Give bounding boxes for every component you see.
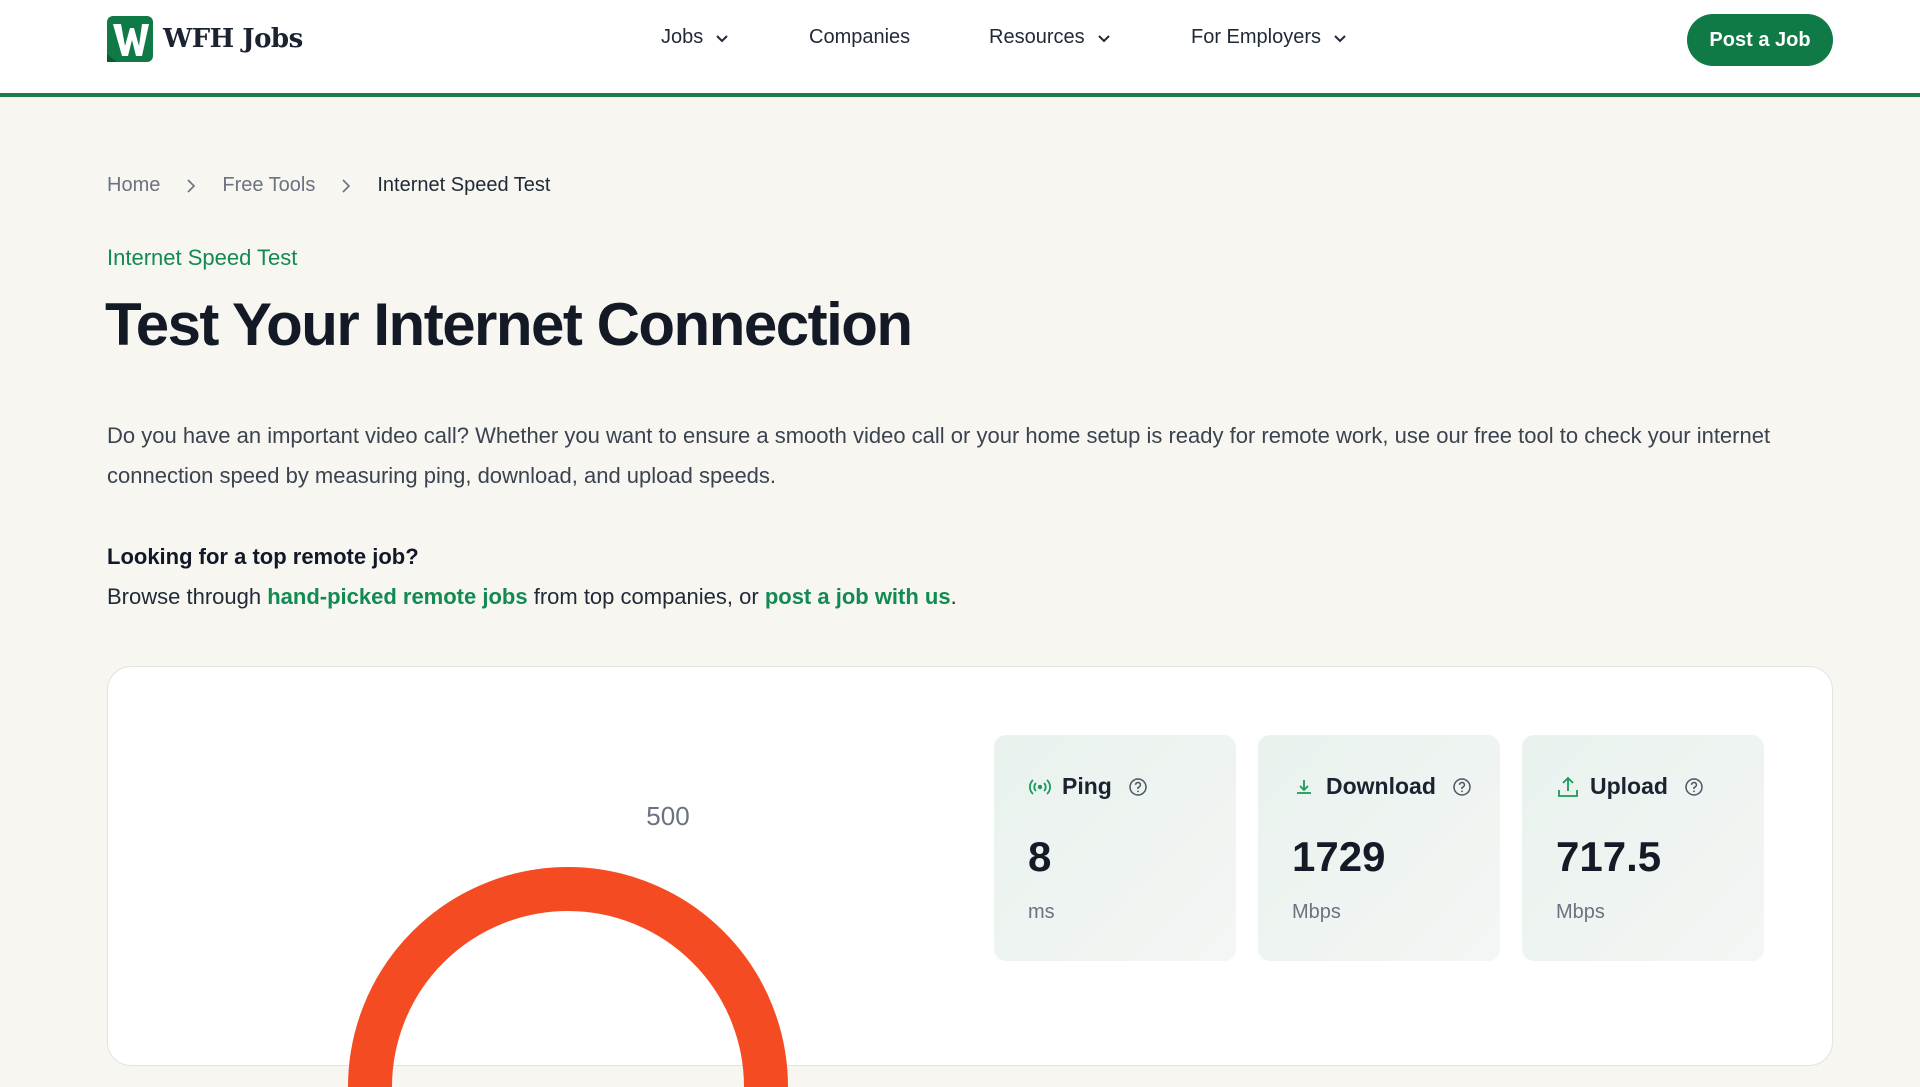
metric-download-value: 1729	[1292, 833, 1386, 880]
nav-for-employers-label: For Employers	[1191, 26, 1322, 48]
metric-download-title: Download	[1326, 773, 1436, 799]
metric-ping: Ping 8 ms	[994, 735, 1236, 961]
breadcrumb-current: Internet Speed Test	[377, 174, 551, 196]
page-eyebrow: Internet Speed Test	[107, 245, 298, 270]
breadcrumb-home[interactable]: Home	[107, 174, 160, 197]
metric-upload-value: 717.5	[1556, 833, 1662, 880]
remote-jobs-link[interactable]: hand-picked remote jobs	[267, 584, 527, 609]
chevron-right-icon	[342, 178, 351, 193]
w-logo-icon	[107, 16, 153, 62]
post-a-job-button[interactable]: Post a Job	[1687, 14, 1833, 66]
help-icon[interactable]	[1452, 777, 1472, 797]
metric-download-header: Download	[1292, 773, 1472, 800]
breadcrumb-free-tools[interactable]: Free Tools	[222, 174, 315, 197]
promo-suffix: .	[950, 584, 957, 609]
promo-middle: from top companies, or	[527, 584, 765, 609]
nav-jobs[interactable]: Jobs	[661, 26, 729, 49]
nav-resources-label: Resources	[989, 26, 1085, 48]
gauge-top-label: 500	[646, 801, 690, 831]
metric-upload-unit: Mbps	[1556, 901, 1605, 923]
metric-download-unit: Mbps	[1292, 901, 1341, 923]
help-icon[interactable]	[1128, 777, 1148, 797]
brand-name: WFH Jobs	[163, 24, 303, 54]
promo-prefix: Browse through	[107, 584, 268, 609]
nav-companies[interactable]: Companies	[809, 26, 910, 49]
download-icon	[1297, 779, 1311, 794]
promo-heading: Looking for a top remote job?	[107, 544, 419, 569]
help-icon[interactable]	[1684, 777, 1704, 797]
metric-upload: Upload 717.5 Mbps	[1522, 735, 1764, 961]
nav-jobs-label: Jobs	[661, 26, 704, 48]
metric-ping-unit: ms	[1028, 901, 1055, 923]
upload-icon	[1558, 776, 1578, 797]
metric-ping-title: Ping	[1062, 773, 1112, 799]
metric-download: Download 1729 Mbps	[1258, 735, 1500, 961]
page-title: Test Your Internet Connection	[105, 291, 913, 358]
chevron-down-icon	[716, 34, 728, 42]
breadcrumb: Home Free Tools Internet Speed Test	[107, 174, 550, 197]
chevron-right-icon	[187, 178, 196, 193]
speed-test-card: 500 Ping 8 ms Download 1729 Mbps Upload …	[107, 666, 1833, 1087]
nav-resources[interactable]: Resources	[989, 26, 1111, 49]
chevron-down-icon	[1334, 34, 1346, 42]
metric-upload-header: Upload	[1556, 773, 1704, 800]
speed-gauge	[348, 867, 788, 1087]
signal-icon	[1029, 778, 1051, 795]
nav-companies-label: Companies	[809, 26, 911, 48]
promo-text: Browse through hand-picked remote jobs f…	[107, 584, 957, 610]
brand-logo[interactable]: WFH Jobs	[107, 16, 303, 62]
page-description: Do you have an important video call? Whe…	[107, 423, 1771, 488]
nav-for-employers[interactable]: For Employers	[1191, 26, 1347, 49]
metric-ping-value: 8	[1028, 833, 1052, 880]
metric-upload-title: Upload	[1590, 773, 1668, 799]
site-header: WFH Jobs Jobs Companies Resources For Em…	[0, 0, 1920, 97]
post-job-link[interactable]: post a job with us	[765, 584, 951, 609]
metric-ping-header: Ping	[1028, 773, 1148, 800]
chevron-down-icon	[1097, 34, 1110, 42]
